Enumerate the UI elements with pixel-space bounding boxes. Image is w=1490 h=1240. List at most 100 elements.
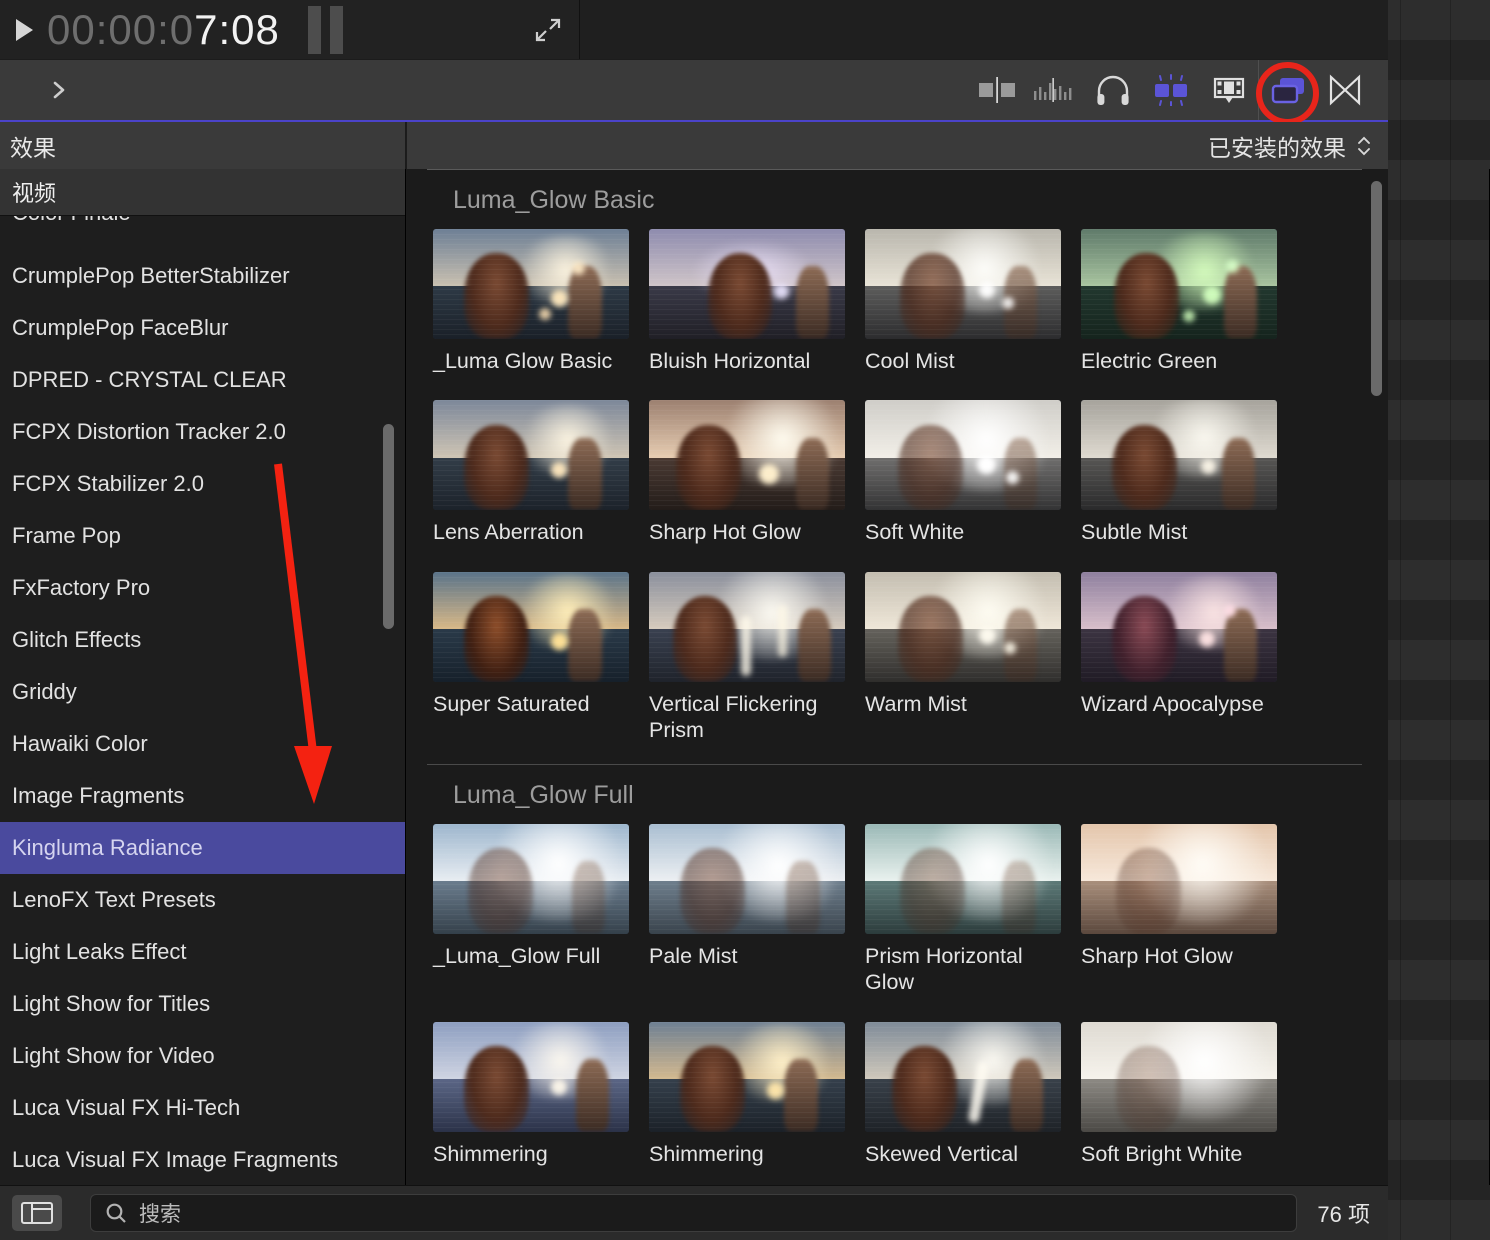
effect-thumbnail[interactable] — [649, 400, 845, 511]
effect-cell[interactable]: Electric Green — [1081, 229, 1277, 374]
chevron-right-icon[interactable] — [48, 79, 70, 101]
audio-waveform-icon[interactable] — [1026, 60, 1084, 120]
effect-cell[interactable]: _Luma_Glow Full — [433, 823, 629, 996]
effect-label: Shimmering — [433, 1141, 548, 1166]
effect-cell[interactable]: Pale Mist — [649, 823, 845, 996]
effect-cell[interactable]: Lens Aberration — [433, 400, 629, 545]
transitions-bowtie-icon[interactable] — [1316, 60, 1374, 120]
effect-label: Vertical Flickering Prism — [649, 691, 818, 743]
effect-cell[interactable]: Shimmering — [433, 1021, 629, 1167]
effect-cell[interactable]: Skewed Vertical — [865, 1021, 1061, 1167]
effects-row: Lens Aberration Sharp Hot Glow Soft Whit… — [433, 400, 1388, 545]
effect-thumbnail[interactable] — [649, 1021, 845, 1132]
search-placeholder: 搜索 — [139, 1203, 181, 1226]
effect-label: Warm Mist — [865, 691, 967, 716]
effect-cell[interactable]: Sharp Hot Glow — [649, 400, 845, 545]
effect-cell[interactable]: Wizard Apocalypse — [1081, 571, 1277, 744]
sidebar-item-light-leaks-effect[interactable]: Light Leaks Effect — [0, 926, 405, 978]
effect-label: Pale Mist — [649, 943, 738, 968]
effect-thumbnail[interactable] — [1081, 823, 1277, 934]
sidebar-item-crumplepop-betterstabilizer[interactable]: CrumplePop BetterStabilizer — [0, 250, 405, 302]
sidebar-item-luca-visual-fx-image-fragments[interactable]: Luca Visual FX Image Fragments — [0, 1134, 405, 1185]
effects-browser-window: 00:00:07:08 效果 已安装的效果 视频 CrumplePop Bett… — [0, 0, 1490, 1240]
search-input[interactable]: 搜索 — [90, 1194, 1298, 1232]
expand-arrows-icon[interactable] — [533, 16, 563, 44]
sidebar-item-dpred-crystal-clear[interactable]: DPRED - CRYSTAL CLEAR — [0, 354, 405, 406]
effect-thumbnail[interactable] — [649, 823, 845, 934]
effect-cell[interactable]: Soft Bright White — [1081, 1021, 1277, 1167]
sidebar-item-image-fragments[interactable]: Image Fragments — [0, 770, 405, 822]
effect-cell[interactable]: Bluish Horizontal — [649, 229, 845, 374]
sidebar-item-luca-visual-fx-hi-tech[interactable]: Luca Visual FX Hi-Tech — [0, 1082, 405, 1134]
effect-thumbnail[interactable] — [865, 229, 1061, 339]
effect-label: Bluish Horizontal — [649, 349, 811, 373]
sidebar-scrollbar[interactable] — [383, 424, 394, 629]
filmstrip-icon[interactable] — [1200, 60, 1258, 120]
group-header-luma-glow-full: Luma_Glow Full — [427, 763, 1362, 816]
sidebar-item-fcpx-stabilizer[interactable]: FCPX Stabilizer 2.0 — [0, 458, 405, 510]
sidebar-layout-icon[interactable] — [12, 1195, 62, 1231]
panel-header: 效果 已安装的效果 — [0, 122, 1388, 169]
effect-cell[interactable]: _Luma Glow Basic — [433, 229, 629, 374]
sidebar-category-video[interactable]: 视频 — [0, 169, 405, 216]
sidebar-item-hawaiki-color[interactable]: Hawaiki Color — [0, 718, 405, 770]
effects-grid-scrollbar[interactable] — [1371, 181, 1382, 396]
effect-thumbnail[interactable] — [865, 823, 1061, 934]
play-triangle-icon[interactable] — [16, 18, 33, 41]
transition-browser-icon[interactable] — [968, 60, 1026, 120]
effect-cell[interactable]: Super Saturated — [433, 571, 629, 744]
effect-cell[interactable]: Subtle Mist — [1081, 400, 1277, 545]
effect-label: Subtle Mist — [1081, 520, 1188, 545]
effects-category-sidebar[interactable]: 视频 Color Finale CrumplePop BetterStabili… — [0, 169, 406, 1185]
effect-thumbnail[interactable] — [433, 1021, 629, 1132]
sidebar-item-light-show-for-titles[interactable]: Light Show for Titles — [0, 978, 405, 1030]
sidebar-item-griddy[interactable]: Griddy — [0, 666, 405, 718]
effect-cell[interactable]: Prism Horizontal Glow — [865, 823, 1061, 996]
effect-thumbnail[interactable] — [649, 571, 845, 682]
titles-generators-icon[interactable] — [1142, 60, 1200, 120]
effect-thumbnail[interactable] — [433, 400, 629, 511]
effect-thumbnail[interactable] — [1081, 1021, 1277, 1132]
sidebar-item-glitch-effects[interactable]: Glitch Effects — [0, 614, 405, 666]
effect-thumbnail[interactable] — [1081, 400, 1277, 511]
sidebar-item-fcpx-distortion-tracker[interactable]: FCPX Distortion Tracker 2.0 — [0, 406, 405, 458]
effect-thumbnail[interactable] — [433, 571, 629, 682]
effect-thumbnail[interactable] — [1081, 229, 1277, 339]
effects-grid[interactable]: Luma_Glow Basic _Luma Glow Basic Bluish … — [407, 169, 1388, 1185]
effect-thumbnail[interactable] — [1081, 571, 1277, 682]
effects-browser-icon[interactable] — [1256, 60, 1319, 125]
sidebar-item-lenofx-text-presets[interactable]: LenoFX Text Presets — [0, 874, 405, 926]
effect-label: Shimmering — [649, 1141, 764, 1166]
timecode-display[interactable]: 00:00:07:08 — [47, 8, 280, 51]
effect-thumbnail[interactable] — [865, 571, 1061, 682]
effect-label: Electric Green — [1081, 349, 1218, 373]
effect-thumbnail[interactable] — [865, 1021, 1061, 1132]
viewer-bar: 00:00:07:08 — [0, 0, 1388, 60]
sidebar-item-light-show-for-video[interactable]: Light Show for Video — [0, 1030, 405, 1082]
effect-label: _Luma Glow Basic — [433, 349, 613, 373]
effect-cell[interactable]: Warm Mist — [865, 571, 1061, 744]
sidebar-item-fxfactory-pro[interactable]: FxFactory Pro — [0, 562, 405, 614]
chevron-up-down-icon[interactable] — [1356, 136, 1372, 156]
headphones-icon[interactable] — [1084, 60, 1142, 120]
effect-thumbnail[interactable] — [649, 229, 845, 339]
viewer-empty-area — [580, 0, 1388, 59]
sidebar-item-kingluma-radiance[interactable]: Kingluma Radiance — [0, 822, 405, 874]
sidebar-item-frame-pop[interactable]: Frame Pop — [0, 510, 405, 562]
installed-effects-label: 已安装的效果 — [1208, 134, 1346, 161]
effects-row: Super Saturated Vertical Flickering Pris… — [433, 571, 1388, 744]
effect-cell[interactable]: Shimmering — [649, 1021, 845, 1167]
effect-cell[interactable]: Vertical Flickering Prism — [649, 571, 845, 744]
timecode-pane[interactable]: 00:00:07:08 — [0, 0, 580, 59]
installed-effects-dropdown[interactable]: 已安装的效果 — [407, 122, 1388, 169]
effect-cell[interactable]: Sharp Hot Glow — [1081, 823, 1277, 996]
effect-cell[interactable]: Soft White — [865, 400, 1061, 545]
effect-thumbnail[interactable] — [433, 229, 629, 339]
effect-thumbnail[interactable] — [865, 400, 1061, 511]
sidebar-item-color-finale[interactable]: Color Finale — [0, 216, 405, 250]
pause-bars-icon[interactable] — [307, 5, 343, 54]
effect-thumbnail[interactable] — [433, 823, 629, 934]
effect-label: Soft White — [865, 520, 965, 545]
effect-cell[interactable]: Cool Mist — [865, 229, 1061, 374]
sidebar-item-crumplepop-faceblur[interactable]: CrumplePop FaceBlur — [0, 302, 405, 354]
